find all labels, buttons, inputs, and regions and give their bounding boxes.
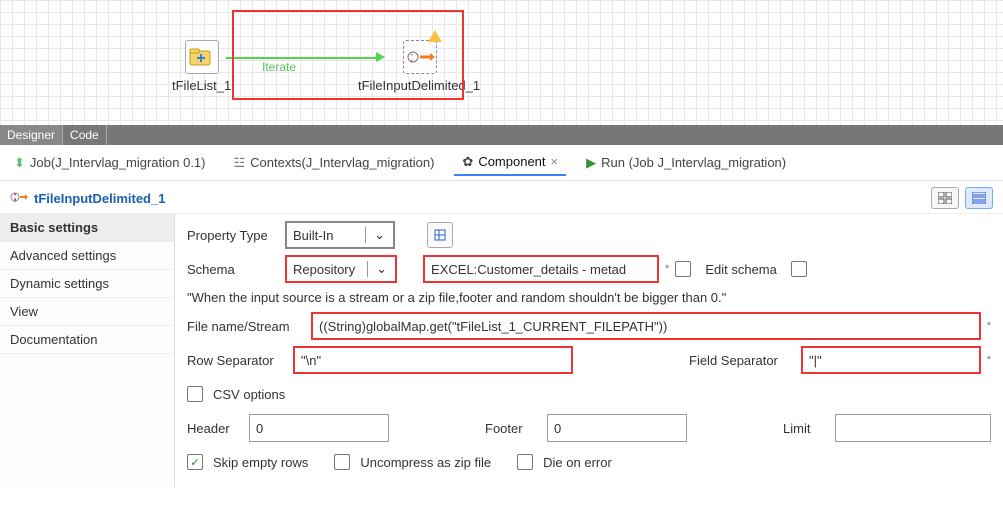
job-icon: ⬍ [14, 155, 25, 171]
schema-label: Schema [187, 262, 279, 277]
svg-text:;: ; [410, 49, 414, 64]
footer-input[interactable]: 0 [547, 414, 687, 442]
select-value: Repository [293, 262, 355, 277]
die-on-error-label: Die on error [543, 455, 612, 470]
sidebar-basic-settings[interactable]: Basic settings [0, 214, 174, 242]
footer-label: Footer [485, 421, 541, 436]
field-separator-label: Field Separator [689, 353, 795, 368]
edge-iterate[interactable] [226, 57, 376, 59]
tfileinputdelimited-icon: ; [403, 40, 437, 74]
schema-select[interactable]: Repository ⌄ [285, 255, 397, 283]
uncompress-label: Uncompress as zip file [360, 455, 491, 470]
node-label: tFileList_1 [172, 78, 231, 93]
tab-component[interactable]: ✿ Component × [454, 150, 566, 176]
chevron-down-icon: ⌄ [367, 261, 389, 277]
close-icon[interactable]: × [551, 154, 559, 169]
svg-text:;: ; [13, 190, 17, 203]
property-type-label: Property Type [187, 228, 279, 243]
tab-label: Job(J_Intervlag_migration 0.1) [30, 155, 206, 170]
node-label: tFileInputDelimited_1 [358, 78, 460, 93]
filename-label: File name/Stream [187, 319, 305, 334]
node-tfilelist[interactable]: tFileList_1 [172, 40, 231, 93]
filename-input[interactable]: ((String)globalMap.get("tFileList_1_CURR… [311, 312, 981, 340]
edit-schema-label: Edit schema [705, 262, 777, 277]
component-icon: ; [10, 190, 28, 207]
warning-note: "When the input source is a stream or a … [187, 288, 991, 311]
chevron-down-icon: ⌄ [365, 227, 387, 243]
header-input[interactable]: 0 [249, 414, 389, 442]
input-value: ((String)globalMap.get("tFileList_1_CURR… [319, 319, 667, 334]
tab-label: Component [478, 154, 545, 169]
contexts-icon: ☳ [234, 155, 246, 171]
node-tfileinputdelimited[interactable]: ; tFileInputDelimited_1 [380, 40, 460, 93]
uncompress-checkbox[interactable] [334, 454, 350, 470]
component-icon: ✿ [462, 154, 473, 170]
tfilelist-icon [185, 40, 219, 74]
tab-designer[interactable]: Designer [0, 125, 63, 145]
component-title-bar: ; tFileInputDelimited_1 [0, 181, 1003, 214]
die-on-error-checkbox[interactable] [517, 454, 533, 470]
input-value: 0 [554, 421, 561, 436]
header-label: Header [187, 421, 243, 436]
view-grid-button[interactable] [931, 187, 959, 209]
input-value: "|" [809, 353, 822, 368]
required-indicator: * [987, 354, 991, 366]
tab-code[interactable]: Code [63, 125, 107, 145]
sidebar-view[interactable]: View [0, 298, 174, 326]
tab-run[interactable]: ▶ Run (Job J_Intervlag_migration) [578, 151, 794, 175]
run-icon: ▶ [586, 155, 596, 171]
tab-job[interactable]: ⬍ Job(J_Intervlag_migration 0.1) [6, 151, 214, 175]
edit-schema-checkbox[interactable] [791, 261, 807, 277]
input-value: "\n" [301, 353, 321, 368]
layout-toggle [931, 187, 993, 209]
tab-label: Contexts(J_Intervlag_migration) [250, 155, 434, 170]
view-list-button[interactable] [965, 187, 993, 209]
input-value: 0 [256, 421, 263, 436]
select-value: Built-In [293, 228, 333, 243]
required-indicator: * [665, 263, 669, 275]
limit-input[interactable] [835, 414, 991, 442]
row-separator-input[interactable]: "\n" [293, 346, 573, 374]
csv-options-checkbox[interactable] [187, 386, 203, 402]
settings-sidebar: Basic settings Advanced settings Dynamic… [0, 214, 175, 487]
skip-empty-rows-label: Skip empty rows [213, 455, 308, 470]
sidebar-dynamic-settings[interactable]: Dynamic settings [0, 270, 174, 298]
property-type-action-button[interactable] [427, 222, 453, 248]
schema-repository-input[interactable]: EXCEL:Customer_details - metad [423, 255, 659, 283]
warning-icon [428, 30, 442, 42]
limit-label: Limit [783, 421, 829, 436]
edge-label: Iterate [262, 60, 296, 74]
property-type-select[interactable]: Built-In ⌄ [285, 221, 395, 249]
tab-label: Run (Job J_Intervlag_migration) [601, 155, 786, 170]
component-title: tFileInputDelimited_1 [34, 191, 165, 206]
canvas-mode-tabs: Designer Code [0, 125, 1003, 145]
schema-browse-checkbox[interactable] [675, 261, 691, 277]
field-separator-input[interactable]: "|" [801, 346, 981, 374]
sidebar-documentation[interactable]: Documentation [0, 326, 174, 354]
csv-options-label: CSV options [213, 387, 285, 402]
tab-contexts[interactable]: ☳ Contexts(J_Intervlag_migration) [226, 151, 443, 175]
row-separator-label: Row Separator [187, 353, 287, 368]
input-value: EXCEL:Customer_details - metad [431, 262, 626, 277]
settings-form: Property Type Built-In ⌄ Schema Reposito… [175, 214, 1003, 487]
skip-empty-rows-checkbox[interactable]: ✓ [187, 454, 203, 470]
design-canvas[interactable]: tFileList_1 Iterate ; tFileInputDelimite… [0, 0, 1003, 125]
required-indicator: * [987, 320, 991, 332]
sidebar-advanced-settings[interactable]: Advanced settings [0, 242, 174, 270]
view-tabs: ⬍ Job(J_Intervlag_migration 0.1) ☳ Conte… [0, 145, 1003, 181]
